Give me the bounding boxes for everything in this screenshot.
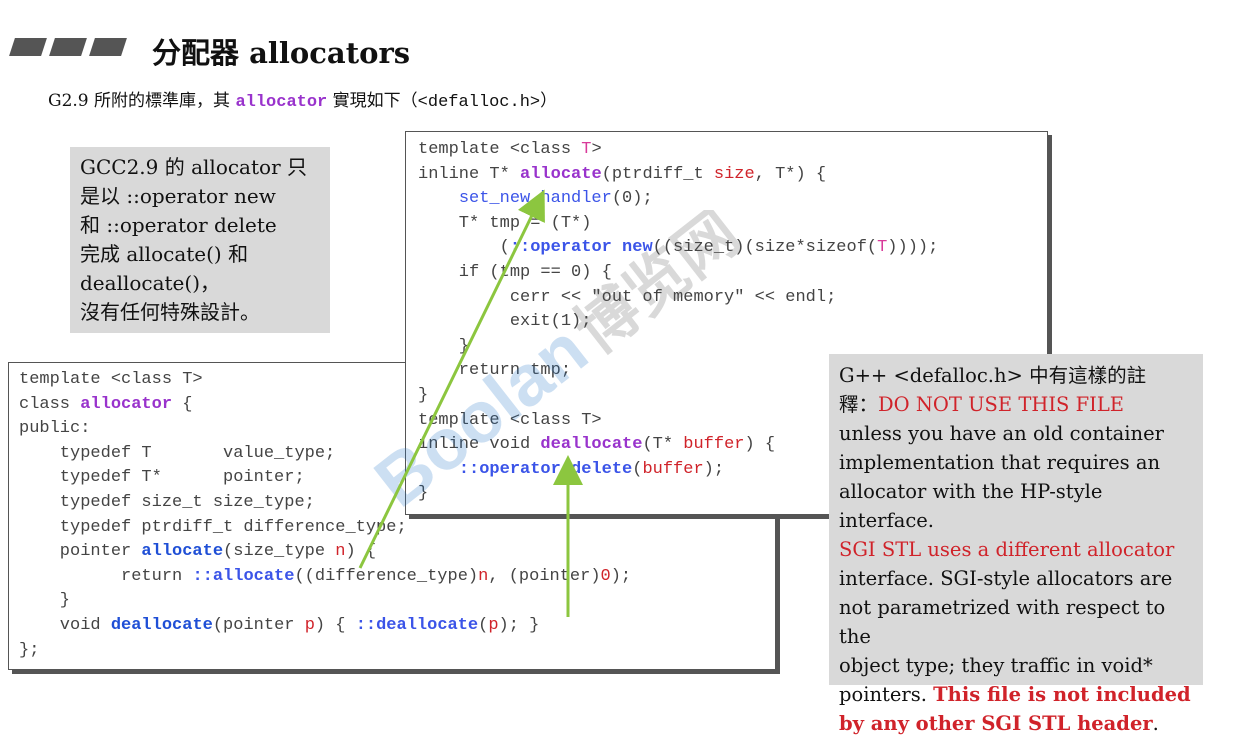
gcc-note-line: unless you have an old container: [839, 422, 1164, 445]
code-line: if (tmp == 0) {: [418, 262, 612, 282]
code-line: };: [19, 640, 40, 660]
title-decoration-bars: [8, 38, 128, 60]
gcc-note-line: SGI STL uses a different allocator: [839, 538, 1175, 561]
gcc-note-line: by any other SGI STL header.: [839, 712, 1159, 735]
gcc-note-line: 釋：DO NOT USE THIS FILE: [839, 393, 1125, 416]
note-box: GCC2.9 的 allocator 只 是以 ::operator new 和…: [70, 147, 330, 333]
code-line: pointer allocate(size_type n) {: [19, 542, 377, 562]
note-line: 是以 ::operator new: [80, 184, 276, 208]
gcc-note-box: G++ <defalloc.h> 中有這樣的註 釋：DO NOT USE THI…: [829, 354, 1203, 735]
note-line: 和 ::operator delete: [80, 213, 277, 237]
code-line: T* tmp = (T*): [418, 213, 592, 233]
note-line: deallocate()，: [80, 271, 220, 295]
code-line: set_new_handler(0);: [458, 189, 653, 209]
note-line: 沒有任何特殊設計。: [80, 300, 260, 324]
note-line: 完成 allocate() 和: [80, 242, 249, 266]
page-title: 分配器 allocators: [152, 36, 411, 70]
gcc-note-line: allocator with the HP-style interface.: [839, 480, 1103, 532]
code-line: template <class T>: [418, 140, 602, 159]
page-subtitle: G2.9 所附的標準庫，其 allocator 實現如下（<defalloc.h…: [48, 91, 558, 112]
gcc-note-line: not parametrized with respect to the: [839, 596, 1166, 648]
gcc-note-line: implementation that requires an: [839, 451, 1161, 474]
gcc-note-line: object type; they traffic in void*: [839, 654, 1153, 677]
code-line: cerr << "out of memory" << endl;: [418, 287, 837, 307]
gcc-note-line: interface. SGI-style allocators are: [839, 567, 1173, 590]
note-line: GCC2.9 的 allocator 只: [80, 155, 307, 179]
code-line: void deallocate(pointer p) { ::deallocat…: [19, 615, 540, 635]
code-line: (::operator new((size_t)(size*sizeof(T))…: [418, 238, 939, 258]
gcc-note-line: pointers. This file is not included: [839, 683, 1191, 706]
code-line: typedef ptrdiff_t difference_type;: [19, 517, 407, 537]
gcc-note-line: G++ <defalloc.h> 中有這樣的註: [839, 364, 1147, 387]
code-line: return ::allocate((difference_type)n, (p…: [19, 566, 632, 586]
code-line: }: [19, 591, 71, 611]
code-line: exit(1);: [418, 312, 592, 332]
code-line: inline T* allocate(ptrdiff_t size, T*) {: [418, 164, 827, 184]
